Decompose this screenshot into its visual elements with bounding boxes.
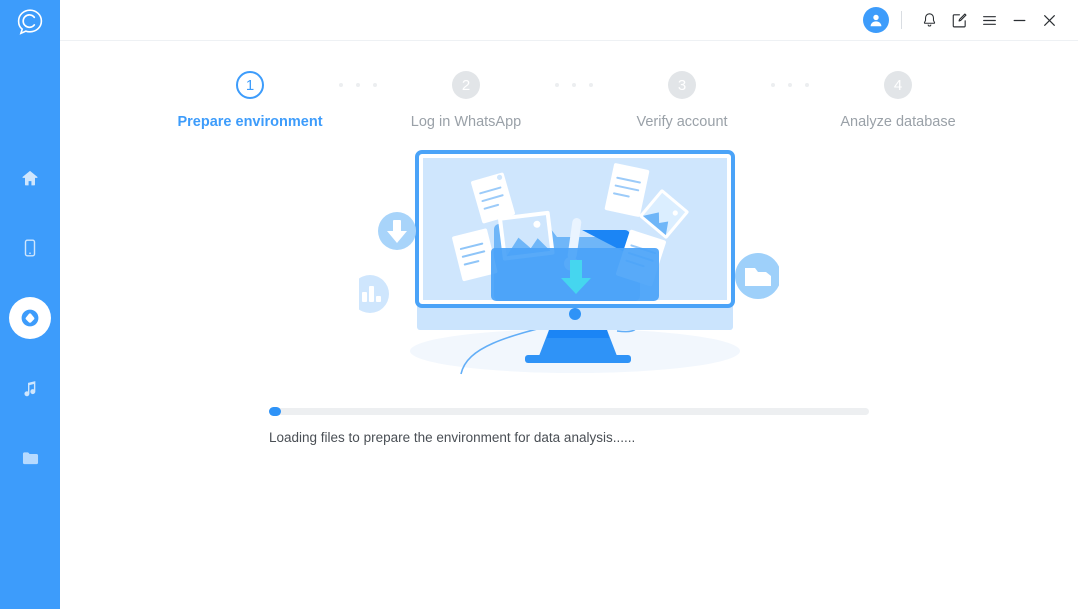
user-avatar-icon [870, 14, 882, 27]
step-4-circle: 4 [884, 71, 912, 99]
feedback-button[interactable] [944, 5, 974, 35]
step-1-circle: 1 [236, 71, 264, 99]
sidebar [0, 0, 60, 609]
media-badge [735, 253, 779, 299]
progress-bar-fill [269, 407, 281, 416]
title-bar [60, 0, 1078, 41]
minimize-button[interactable] [1004, 5, 1034, 35]
connector-dot [771, 83, 775, 87]
droplet-circle-icon [16, 304, 44, 332]
main-area: 1 Prepare environment 2 Log in WhatsApp … [60, 0, 1078, 609]
progress-area: Loading files to prepare the environment… [269, 407, 869, 445]
notifications-button[interactable] [914, 5, 944, 35]
menu-button[interactable] [974, 5, 1004, 35]
connector-dot [589, 83, 593, 87]
step-2-label: Log in WhatsApp [410, 114, 522, 130]
stepper: 1 Prepare environment 2 Log in WhatsApp … [60, 71, 1078, 130]
bell-icon [923, 12, 935, 27]
connector-dot [356, 83, 360, 87]
sidebar-item-home[interactable] [9, 157, 51, 199]
connector-dot [373, 83, 377, 87]
step-2: 2 Log in WhatsApp [381, 71, 551, 130]
download-badge [378, 212, 416, 250]
step-2-circle: 2 [452, 71, 480, 99]
mobile-phone-icon [24, 239, 36, 257]
step-4: 4 Analyze database [813, 71, 983, 130]
illustration-container [60, 146, 1078, 386]
step-connector-3 [767, 83, 813, 87]
step-1: 1 Prepare environment [165, 71, 335, 130]
step-3: 3 Verify account [597, 71, 767, 130]
home-icon [22, 170, 38, 186]
connector-dot [805, 83, 809, 87]
monitor-led [569, 308, 581, 320]
desktop-monitor-file-transfer-illustration [359, 150, 779, 375]
minimize-icon [1013, 19, 1025, 21]
sidebar-nav [9, 157, 51, 479]
connector-dot [788, 83, 792, 87]
sidebar-item-files[interactable] [9, 437, 51, 479]
hamburger-menu-icon [982, 15, 996, 25]
progress-status-text: Loading files to prepare the environment… [269, 430, 636, 445]
app-logo [8, 5, 52, 39]
close-icon [1043, 14, 1055, 26]
step-connector-1 [335, 83, 381, 87]
edit-note-icon [952, 12, 967, 27]
sidebar-item-recover[interactable] [9, 297, 51, 339]
sidebar-item-phone[interactable] [9, 227, 51, 269]
folder-icon [22, 451, 38, 464]
titlebar-divider [901, 11, 902, 29]
music-note-icon [24, 381, 36, 397]
step-3-circle: 3 [668, 71, 696, 99]
chat-bubble-c-logo-icon [17, 9, 43, 35]
step-4-label: Analyze database [840, 114, 956, 130]
step-1-label: Prepare environment [177, 114, 323, 130]
user-avatar[interactable] [863, 7, 889, 33]
step-3-label: Verify account [636, 114, 728, 130]
chart-badge [359, 275, 389, 313]
app-window: 1 Prepare environment 2 Log in WhatsApp … [0, 0, 1078, 609]
monitor-stand-top [547, 330, 609, 338]
close-button[interactable] [1034, 5, 1064, 35]
progress-bar [269, 407, 869, 416]
monitor-base [525, 355, 631, 363]
connector-dot [555, 83, 559, 87]
connector-dot [339, 83, 343, 87]
connector-dot [572, 83, 576, 87]
step-connector-2 [551, 83, 597, 87]
sidebar-item-music[interactable] [9, 367, 51, 409]
